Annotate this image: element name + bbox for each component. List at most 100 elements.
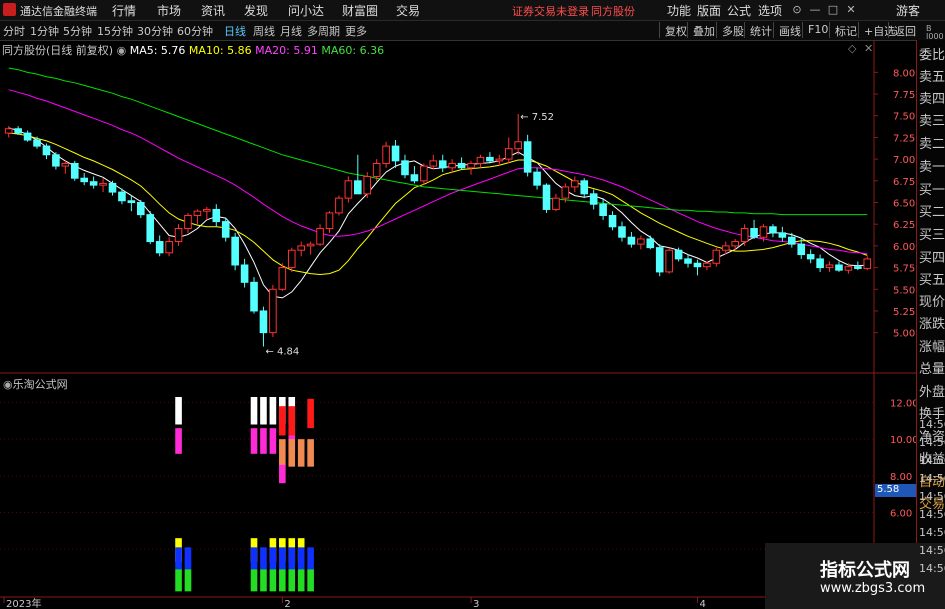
y-tick-label: 6.25: [893, 220, 915, 231]
period-day[interactable]: 日线: [224, 23, 246, 39]
maximize-icon[interactable]: □: [824, 3, 842, 16]
menu-formula[interactable]: 公式: [727, 2, 751, 19]
user-label[interactable]: 游客: [896, 2, 920, 19]
panel-top-code: I000: [926, 32, 944, 41]
candle-body: [693, 262, 702, 268]
candle-body: [580, 180, 589, 195]
candle-body: [778, 232, 787, 238]
menu-discover[interactable]: 发现: [244, 2, 268, 19]
menu-news[interactable]: 资讯: [201, 2, 225, 19]
candle-body: [486, 156, 494, 162]
candle-body: [297, 245, 305, 251]
candle-body: [514, 141, 522, 150]
signal-block: [307, 569, 314, 592]
panel-label: 涨跌: [919, 317, 945, 332]
panel-label: 涨幅: [919, 340, 945, 355]
period-intraday[interactable]: 分时: [3, 23, 25, 39]
y-tick-label: 5.00: [893, 329, 915, 340]
period-60min[interactable]: 60分钟: [177, 23, 213, 39]
candle-body: [806, 254, 815, 260]
candle-body: [495, 158, 504, 162]
candle-body: [335, 197, 343, 214]
menu-layout[interactable]: 版面: [697, 2, 721, 19]
minimize-icon[interactable]: —: [806, 3, 824, 16]
signal-block: [260, 397, 267, 425]
y-tick-label: 7.25: [893, 133, 915, 144]
signal-block: [279, 547, 286, 570]
signal-block: [297, 439, 305, 467]
candle-body: [759, 226, 768, 238]
panel-label: 买三: [919, 228, 945, 243]
y-tick-label: 7.75: [893, 90, 915, 101]
panel-label: 卖五: [919, 70, 945, 85]
candle-body: [372, 162, 381, 177]
signal-block: [279, 569, 286, 592]
signal-block: [269, 428, 277, 454]
candle-body: [504, 148, 513, 160]
candle-body: [665, 249, 673, 273]
candle-body: [769, 226, 777, 234]
candle-body: [174, 228, 183, 243]
candle-body: [391, 145, 400, 162]
menu-quotes[interactable]: 行情: [112, 2, 136, 19]
candle-body: [287, 249, 296, 269]
panel-label: 外盘: [919, 385, 945, 400]
menu-ask[interactable]: 问小达: [288, 2, 324, 19]
period-month[interactable]: 月线: [280, 23, 302, 39]
candle-body: [618, 226, 626, 238]
candle-body: [825, 264, 834, 269]
period-week[interactable]: 周线: [253, 23, 275, 39]
candle-body: [476, 156, 485, 164]
period-30min[interactable]: 30分钟: [137, 23, 173, 39]
menu-trade[interactable]: 交易: [396, 2, 420, 19]
candle-body: [655, 247, 664, 273]
signal-block: [250, 547, 258, 570]
trade-login-notice[interactable]: 证券交易未登录: [512, 3, 589, 19]
low-label: ← 4.84: [265, 347, 299, 358]
tick-time: 14:56: [919, 562, 945, 575]
signal-block: [175, 547, 182, 570]
y-tick-label: 8.00: [893, 68, 915, 79]
period-multi[interactable]: 多周期: [307, 23, 340, 39]
candle-body: [816, 258, 824, 269]
x-tick-label: 4: [699, 599, 705, 609]
signal-block: [279, 464, 286, 484]
candle-body: [23, 132, 32, 141]
period-1min[interactable]: 1分钟: [30, 23, 59, 39]
signal-block: [288, 406, 296, 436]
kline-chart[interactable]: 8.00 7.75 7.50 7.25 7.00 6.75 6.50 6.25 6.00 5.75…: [0, 40, 916, 609]
signal-block: [269, 397, 277, 425]
candle-body: [42, 145, 51, 156]
period-more[interactable]: 更多: [345, 23, 367, 39]
menu-wealth[interactable]: 财富圈: [342, 2, 378, 19]
signal-block: [175, 569, 182, 592]
candle-body: [571, 180, 579, 188]
menu-options[interactable]: 选项: [758, 2, 782, 19]
sub-pane-title: ◉乐淘公式网: [3, 376, 68, 392]
panel-label: 买二: [919, 205, 945, 220]
menu-market[interactable]: 市场: [157, 2, 181, 19]
app-logo-icon: [3, 3, 16, 16]
tick-time: 14:56: [919, 508, 945, 521]
period-15min[interactable]: 15分钟: [97, 23, 133, 39]
period-5min[interactable]: 5分钟: [63, 23, 92, 39]
panel-label: 总量: [919, 362, 945, 377]
back-button[interactable]: 返回: [888, 22, 921, 38]
help-icon[interactable]: ⊙: [788, 3, 806, 16]
close-icon[interactable]: ✕: [842, 3, 860, 16]
sub-tick-label: 8.00: [890, 472, 912, 483]
candle-body: [533, 171, 541, 186]
signal-block: [269, 569, 277, 592]
signal-block: [307, 439, 314, 467]
sub-pane-icon[interactable]: ◉: [3, 378, 13, 391]
candle-body: [52, 154, 60, 167]
candle-body: [731, 241, 739, 247]
y-tick-label: 6.75: [893, 177, 915, 188]
panel-label: 买五: [919, 273, 945, 288]
candle-body: [401, 160, 409, 176]
menu-function[interactable]: 功能: [667, 2, 691, 19]
candle-body: [684, 258, 692, 264]
signal-block: [175, 428, 182, 454]
signal-block: [288, 547, 296, 570]
x-tick-label: 3: [473, 599, 479, 609]
